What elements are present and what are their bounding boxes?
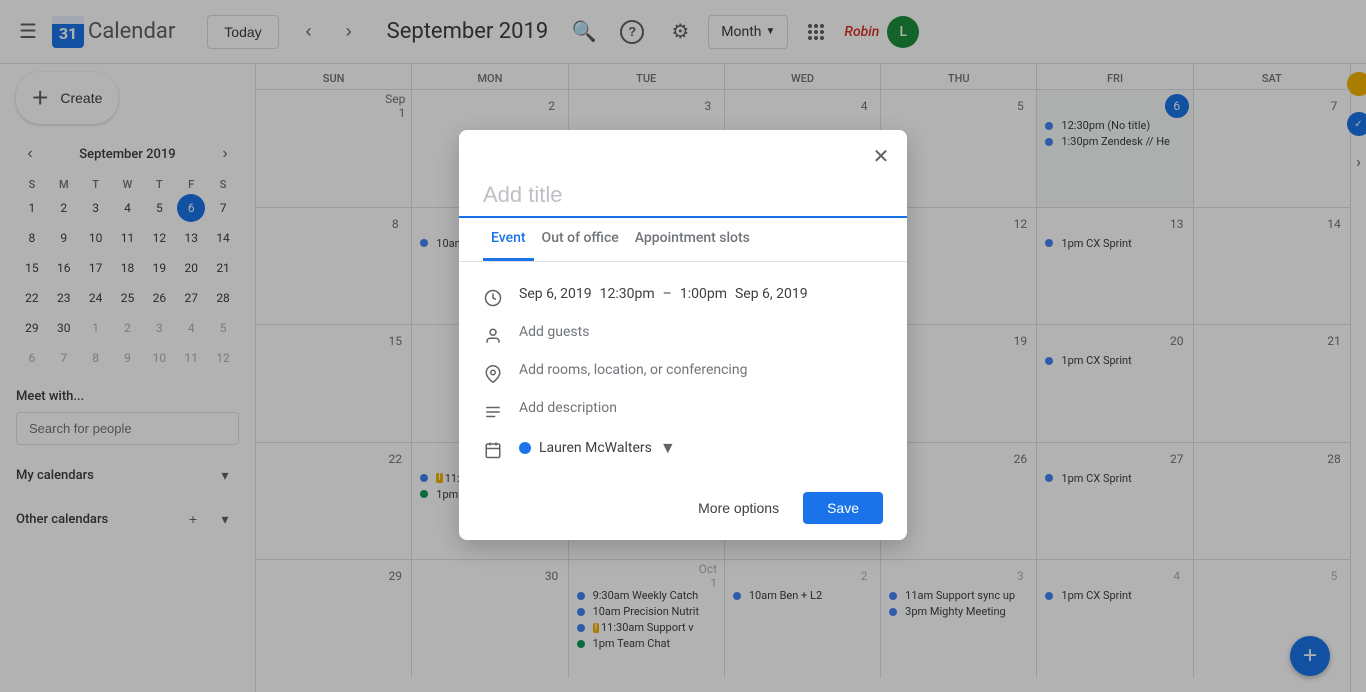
dialog-location-row: Add rooms, location, or conferencing xyxy=(483,354,883,392)
dialog-footer: More options Save xyxy=(459,484,907,540)
dialog-guests-row: Add guests xyxy=(483,316,883,354)
dialog-body: Sep 6, 2019 12:30pm – 1:00pm Sep 6, 2019… xyxy=(459,270,907,484)
dialog-description-content: Add description xyxy=(519,400,883,416)
add-guests-placeholder[interactable]: Add guests xyxy=(519,324,883,340)
calendar-owner-display[interactable]: Lauren McWalters ▼ xyxy=(519,438,883,458)
description-icon xyxy=(483,402,503,422)
tab-event[interactable]: Event xyxy=(483,218,534,261)
dialog-guests-content: Add guests xyxy=(519,324,883,340)
event-creation-dialog: ✕ Event Out of office Appointment slots … xyxy=(459,130,907,540)
clock-icon xyxy=(483,288,503,308)
dialog-tabs: Event Out of office Appointment slots xyxy=(459,218,907,262)
event-time-start[interactable]: 12:30pm xyxy=(600,286,655,302)
add-description-placeholder[interactable]: Add description xyxy=(519,400,883,416)
dialog-calendar-row: Lauren McWalters ▼ xyxy=(483,430,883,468)
add-location-placeholder[interactable]: Add rooms, location, or conferencing xyxy=(519,362,883,378)
save-button[interactable]: Save xyxy=(803,492,883,524)
dialog-calendar-content: Lauren McWalters ▼ xyxy=(519,438,883,458)
more-options-button[interactable]: More options xyxy=(682,492,795,524)
calendar-color-dot xyxy=(519,442,531,454)
dialog-header: ✕ xyxy=(459,130,907,174)
dialog-description-row: Add description xyxy=(483,392,883,430)
calendar-owner-name: Lauren McWalters xyxy=(539,440,652,456)
event-date-start[interactable]: Sep 6, 2019 xyxy=(519,286,592,302)
event-title-input[interactable] xyxy=(459,174,907,218)
dialog-close-button[interactable]: ✕ xyxy=(863,138,899,174)
dialog-datetime-content: Sep 6, 2019 12:30pm – 1:00pm Sep 6, 2019 xyxy=(519,286,883,302)
dialog-datetime-row: Sep 6, 2019 12:30pm – 1:00pm Sep 6, 2019 xyxy=(483,278,883,316)
tab-appointment-slots[interactable]: Appointment slots xyxy=(627,218,758,261)
event-date-end[interactable]: Sep 6, 2019 xyxy=(735,286,808,302)
time-dash: – xyxy=(663,286,672,302)
tab-out-of-office[interactable]: Out of office xyxy=(534,218,627,261)
event-time-end[interactable]: 1:00pm xyxy=(680,286,727,302)
event-time-display: Sep 6, 2019 12:30pm – 1:00pm Sep 6, 2019 xyxy=(519,286,883,302)
calendar-owner-chevron: ▼ xyxy=(660,438,676,458)
location-icon xyxy=(483,364,503,384)
close-icon: ✕ xyxy=(873,144,890,169)
dialog-location-content: Add rooms, location, or conferencing xyxy=(519,362,883,378)
person-icon xyxy=(483,326,503,346)
calendar-icon xyxy=(483,440,503,460)
